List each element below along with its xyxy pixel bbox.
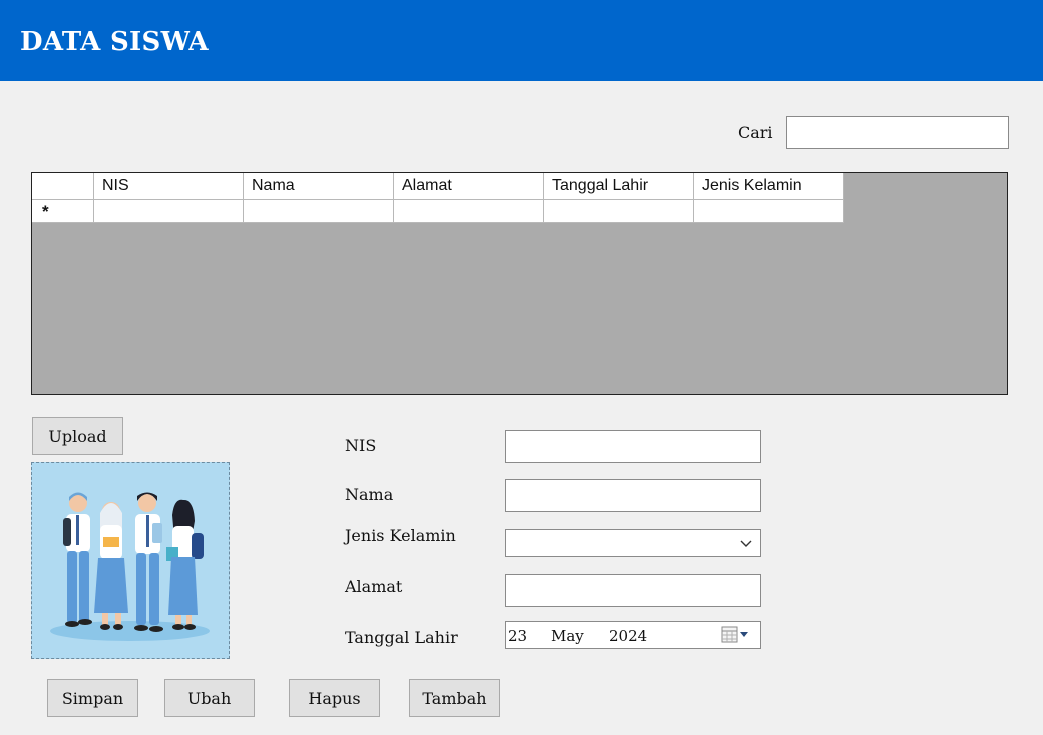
nama-label: Nama [345, 485, 394, 504]
student-data-grid[interactable]: NIS Nama Alamat Tanggal Lahir Jenis Kela… [31, 172, 1008, 395]
nama-field[interactable] [505, 479, 761, 512]
column-header-alamat[interactable]: Alamat [394, 173, 544, 200]
nis-field[interactable] [505, 430, 761, 463]
nis-label: NIS [345, 436, 377, 455]
new-row-marker: * [42, 202, 49, 221]
ubah-button[interactable]: Ubah [164, 679, 255, 717]
column-header-label: Tanggal Lahir [552, 177, 649, 194]
header-bar: DATA SISWA [0, 0, 1043, 81]
upload-button[interactable]: Upload [32, 417, 123, 455]
column-header-label: Jenis Kelamin [702, 177, 802, 194]
date-day[interactable]: 23 [508, 627, 527, 645]
column-header-nama[interactable]: Nama [244, 173, 394, 200]
new-row-cell-alamat[interactable] [394, 200, 544, 223]
page-title: DATA SISWA [20, 27, 209, 57]
new-row-cell-nis[interactable] [94, 200, 244, 223]
column-header-tanggal-lahir[interactable]: Tanggal Lahir [544, 173, 694, 200]
date-month[interactable]: May [551, 627, 584, 645]
tambah-button[interactable]: Tambah [409, 679, 500, 717]
alamat-field[interactable] [505, 574, 761, 607]
alamat-label: Alamat [345, 577, 403, 596]
column-header-nis[interactable]: NIS [94, 173, 244, 200]
jenis-kelamin-label: Jenis Kelamin [345, 526, 456, 545]
date-year[interactable]: 2024 [609, 627, 647, 645]
jenis-kelamin-select[interactable] [505, 529, 761, 557]
column-header-label: Nama [252, 177, 295, 194]
hapus-button[interactable]: Hapus [289, 679, 380, 717]
new-row-header[interactable]: * [32, 200, 94, 223]
simpan-button[interactable]: Simpan [47, 679, 138, 717]
students-illustration [50, 492, 210, 641]
new-row-cell-tanggal-lahir[interactable] [544, 200, 694, 223]
column-header-jenis-kelamin[interactable]: Jenis Kelamin [694, 173, 844, 200]
search-label: Cari [738, 123, 773, 142]
new-row-cell-nama[interactable] [244, 200, 394, 223]
chevron-down-icon[interactable] [740, 537, 752, 549]
calendar-icon[interactable] [721, 626, 751, 644]
column-header-label: Alamat [402, 177, 452, 194]
column-header-label: NIS [102, 177, 129, 194]
grid-corner-header[interactable] [32, 173, 94, 200]
student-photo [31, 462, 230, 659]
tanggal-lahir-label: Tanggal Lahir [345, 628, 458, 647]
tanggal-lahir-picker[interactable]: 23 May 2024 [505, 621, 761, 649]
new-row-cell-jenis-kelamin[interactable] [694, 200, 844, 223]
search-input[interactable] [786, 116, 1009, 149]
